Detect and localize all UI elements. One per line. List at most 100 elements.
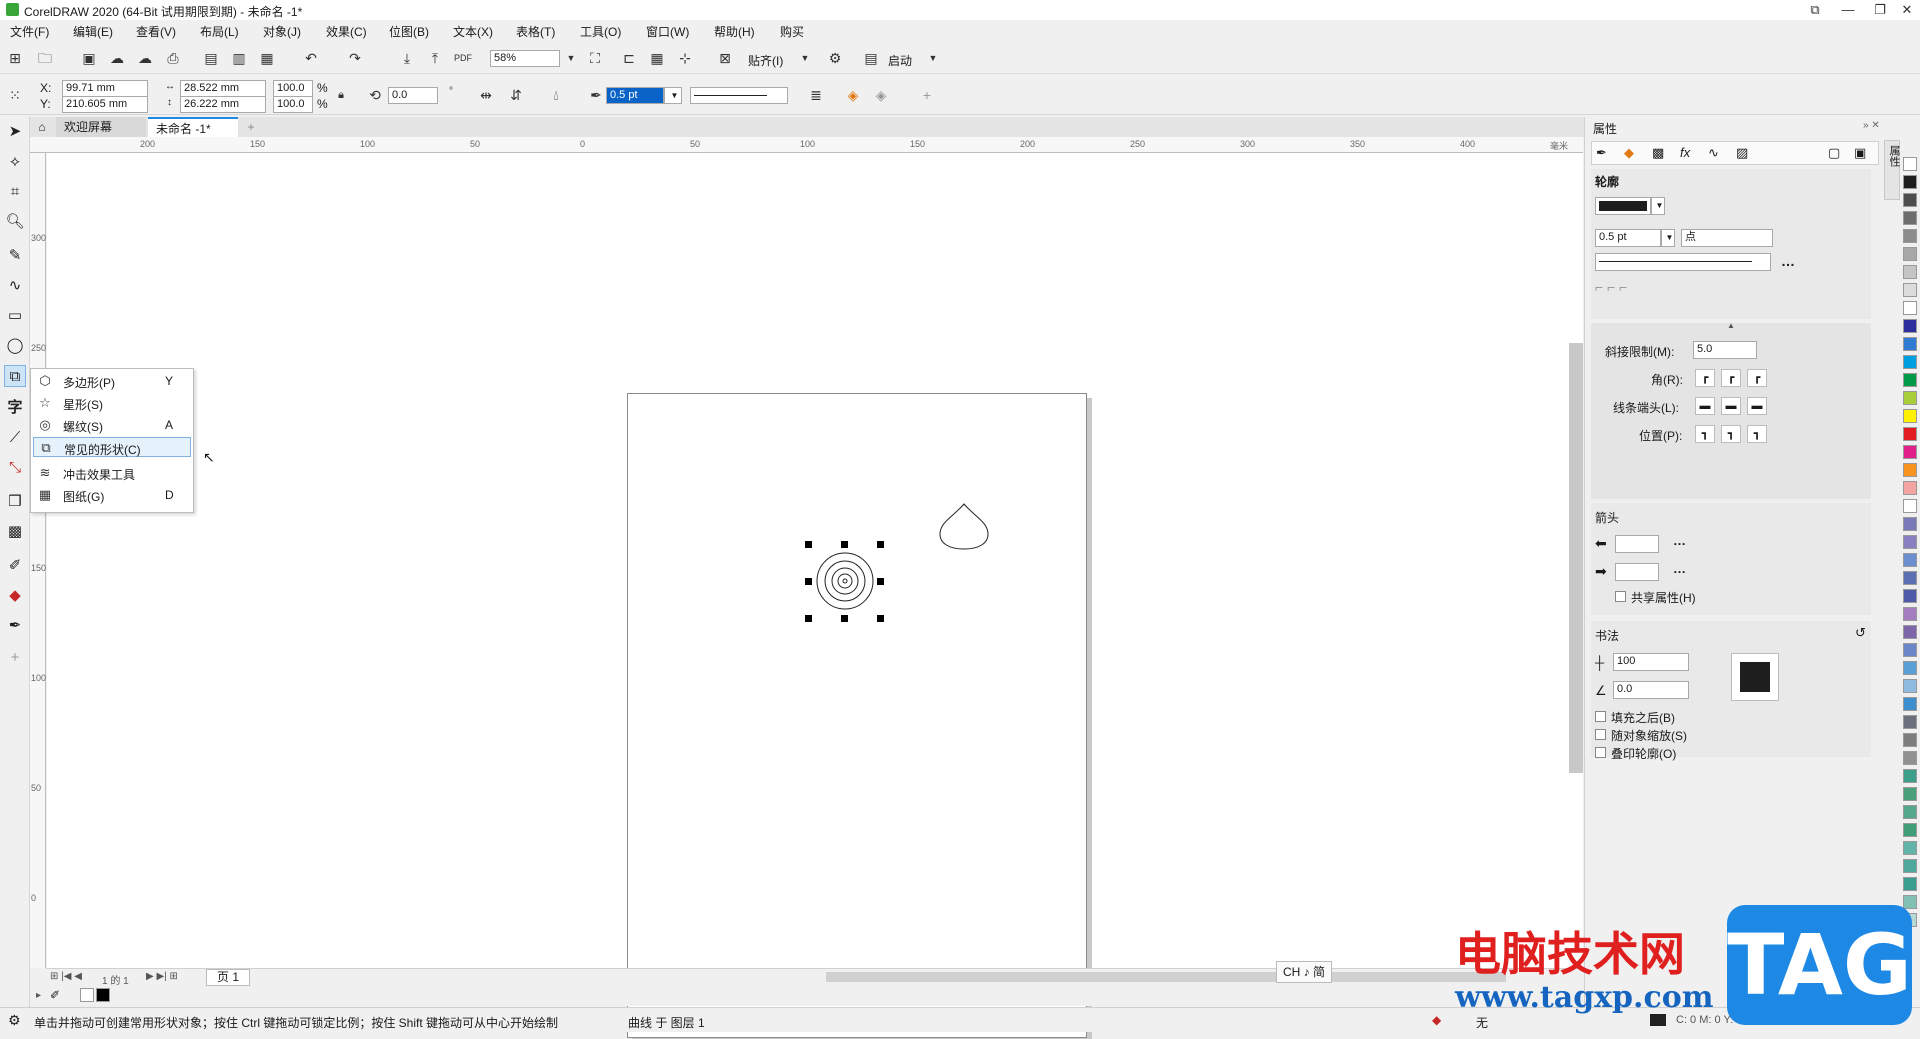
menu-window[interactable]: 窗口(W) xyxy=(646,23,689,40)
tab-untitled-1[interactable]: 未命名 -1* xyxy=(148,117,238,137)
palette-swatch[interactable] xyxy=(1903,751,1917,765)
launch-label[interactable]: 启动 xyxy=(888,52,912,69)
cap-square-button[interactable]: ▬ xyxy=(1747,397,1767,415)
palette-swatch[interactable] xyxy=(1903,769,1917,783)
maximize-button[interactable]: ❐ xyxy=(1865,0,1895,20)
restore-docker-icon[interactable]: ⧉ xyxy=(1800,0,1830,20)
menu-layout[interactable]: 布局(L) xyxy=(200,23,239,40)
rectangle-tool-icon[interactable]: ▭ xyxy=(4,305,26,327)
mirror-horizontal-icon[interactable]: ⇹ xyxy=(475,84,497,106)
palette-swatch[interactable] xyxy=(1903,805,1917,819)
stretch-input[interactable]: 100 xyxy=(1613,653,1689,671)
more-options-icon[interactable]: … xyxy=(1781,253,1795,269)
outline-width-input[interactable]: 0.5 pt xyxy=(606,87,664,104)
application-launcher-icon[interactable]: ▤ xyxy=(860,47,882,69)
show-guidelines-icon[interactable]: ⊹ xyxy=(674,47,696,69)
snap-chevron-down-icon[interactable]: ▼ xyxy=(794,47,816,69)
page-nav-next-buttons[interactable]: ▶ ▶| ⊞ xyxy=(146,971,178,982)
effects-tab-icon[interactable]: fx xyxy=(1680,145,1690,160)
start-arrow-select[interactable] xyxy=(1615,535,1659,553)
text-tool-icon[interactable]: 字 xyxy=(4,397,26,419)
corner-round-button[interactable]: ┏ xyxy=(1721,369,1741,387)
menu-effects[interactable]: 效果(C) xyxy=(326,23,367,40)
palette-swatch[interactable] xyxy=(1903,265,1917,279)
drop-shadow-icon[interactable]: ❒ xyxy=(4,491,26,513)
palette-swatch[interactable] xyxy=(1903,463,1917,477)
height-input[interactable]: 26.222 mm xyxy=(180,96,266,113)
palette-swatch[interactable] xyxy=(1903,733,1917,747)
document-page[interactable] xyxy=(627,393,1087,1038)
full-screen-icon[interactable]: ⛶ xyxy=(584,47,606,69)
palette-swatch[interactable] xyxy=(1903,229,1917,243)
rotation-input[interactable]: 0.0 xyxy=(388,87,438,104)
palette-swatch[interactable] xyxy=(1903,481,1917,495)
home-icon[interactable]: ⌂ xyxy=(30,117,54,137)
open-folder-icon[interactable]: 🗀 xyxy=(34,47,56,69)
snap-to-label[interactable]: 贴齐(I) xyxy=(748,52,783,69)
copy-icon[interactable]: ▥ xyxy=(228,47,250,69)
bitmap-tab-icon[interactable]: ▨ xyxy=(1736,145,1748,161)
palette-swatch[interactable] xyxy=(1903,679,1917,693)
ellipse-tool-icon[interactable]: ◯ xyxy=(4,335,26,357)
flyout-item-impact[interactable]: ≋ 冲击效果工具 xyxy=(33,463,191,483)
menu-view[interactable]: 查看(V) xyxy=(136,23,176,40)
black-swatch[interactable] xyxy=(96,988,110,1002)
transparency-tab-icon[interactable]: ▩ xyxy=(1652,145,1664,161)
pdf-icon[interactable]: PDF xyxy=(452,47,474,69)
miter-limit-input[interactable]: 5.0 xyxy=(1693,341,1757,359)
menu-buy[interactable]: 购买 xyxy=(780,23,804,40)
close-button[interactable]: ✕ xyxy=(1892,0,1920,20)
crop-tool-icon[interactable]: ⌗ xyxy=(4,181,26,203)
menu-table[interactable]: 表格(T) xyxy=(516,23,555,40)
join-styles-icon[interactable]: ⌐ ⌐ ⌐ xyxy=(1595,279,1627,295)
mirror-vertical-icon[interactable]: ⇵ xyxy=(505,84,527,106)
units-select[interactable]: 点 xyxy=(1681,229,1773,247)
menu-object[interactable]: 对象(J) xyxy=(263,23,301,40)
settings-gear-icon[interactable]: ⚙ xyxy=(8,1012,21,1029)
minimize-button[interactable]: — xyxy=(1833,0,1863,20)
palette-swatch[interactable] xyxy=(1903,787,1917,801)
print-icon[interactable]: ⎙ xyxy=(162,47,184,69)
freehand-tool-icon[interactable]: ✎ xyxy=(4,245,26,267)
transparency-icon[interactable]: ▩ xyxy=(4,521,26,543)
start-arrow-more-icon[interactable]: … xyxy=(1673,533,1686,548)
palette-swatch[interactable] xyxy=(1903,715,1917,729)
palette-swatch[interactable] xyxy=(1903,499,1917,513)
palette-swatch[interactable] xyxy=(1903,373,1917,387)
vertical-scrollbar-thumb[interactable] xyxy=(1569,343,1583,773)
collapse-chevron-up-icon[interactable]: ▲ xyxy=(1727,321,1735,330)
docker-close-icon[interactable]: » ✕ xyxy=(1863,120,1880,131)
cloud-upload-icon[interactable]: ☁ xyxy=(106,47,128,69)
palette-swatch[interactable] xyxy=(1903,211,1917,225)
no-color-swatch[interactable] xyxy=(80,988,94,1002)
add-tool-icon[interactable]: + xyxy=(4,647,26,669)
common-shapes-tool-icon[interactable]: ⧉ xyxy=(4,365,26,387)
palette-swatch[interactable] xyxy=(1903,877,1917,891)
new-document-icon[interactable]: ⊞ xyxy=(4,47,26,69)
shape-tool-icon[interactable]: ⟡ xyxy=(4,151,26,173)
tab-welcome-screen[interactable]: 欢迎屏幕 xyxy=(56,117,146,137)
palette-swatch[interactable] xyxy=(1903,895,1917,909)
artistic-media-icon[interactable]: ∿ xyxy=(4,275,26,297)
spiral-shape[interactable] xyxy=(816,552,874,610)
menu-file[interactable]: 文件(F) xyxy=(10,23,49,40)
lock-ratio-icon[interactable]: 🔒︎ xyxy=(330,84,352,106)
palette-swatch[interactable] xyxy=(1903,643,1917,657)
palette-swatch[interactable] xyxy=(1903,571,1917,585)
object-origin-icon[interactable]: ⁙ xyxy=(4,84,26,106)
corner-bevel-button[interactable]: ┏ xyxy=(1747,369,1767,387)
palette-swatch[interactable] xyxy=(1903,535,1917,549)
palette-swatch[interactable] xyxy=(1903,193,1917,207)
cap-round-button[interactable]: ▬ xyxy=(1721,397,1741,415)
corner-miter-button[interactable]: ┏ xyxy=(1695,369,1715,387)
palette-swatch[interactable] xyxy=(1903,157,1917,171)
zoom-level-input[interactable]: 58% xyxy=(490,50,560,67)
cut-icon[interactable]: ▤ xyxy=(200,47,222,69)
snap-off-icon[interactable]: ⊠ xyxy=(714,47,736,69)
teardrop-shape[interactable] xyxy=(939,503,989,550)
line-style-dropdown[interactable] xyxy=(1595,253,1771,271)
import-icon[interactable]: ⤓ xyxy=(396,47,418,69)
x-position-input[interactable]: 99.71 mm xyxy=(62,80,148,97)
drawing-canvas[interactable] xyxy=(47,153,1583,1038)
share-attributes-checkbox[interactable] xyxy=(1615,591,1626,602)
